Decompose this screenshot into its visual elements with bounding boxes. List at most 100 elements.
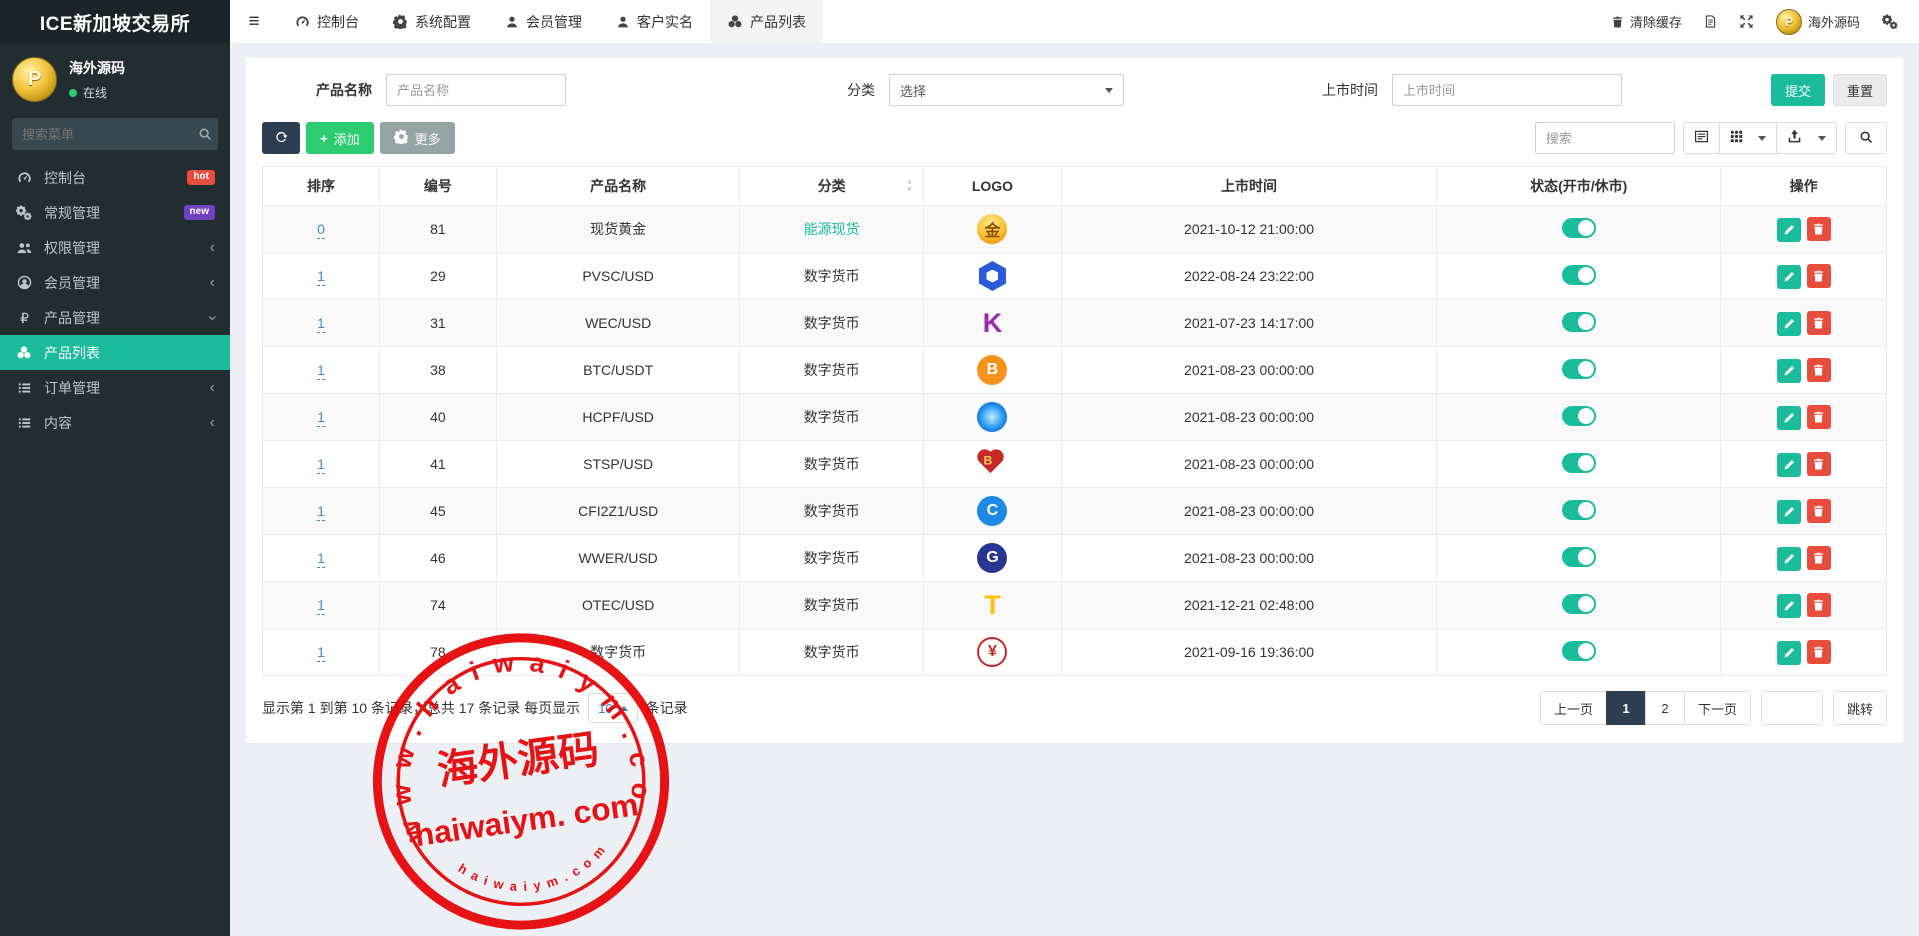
caret-up-icon xyxy=(620,706,628,711)
topnav-items: 控制台 系统配置 会员管理 客户实名 产品列表 xyxy=(278,0,823,43)
settings-button[interactable] xyxy=(1871,0,1909,43)
category-filter-label: 分类 xyxy=(765,80,875,100)
edit-button[interactable] xyxy=(1777,453,1801,477)
sort-arrows-icon[interactable]: ▲▼ xyxy=(906,179,913,194)
sidebar-item-控制台[interactable]: 控制台hot xyxy=(0,160,230,195)
page-size-select[interactable]: 10 xyxy=(588,693,637,723)
jump-button[interactable]: 跳转 xyxy=(1833,691,1887,725)
list-icon xyxy=(15,416,33,430)
sidebar-item-常规管理[interactable]: 常规管理new xyxy=(0,195,230,230)
hamburger-menu-icon[interactable]: ≡ xyxy=(230,0,278,43)
search-button[interactable] xyxy=(1845,122,1887,154)
status-toggle[interactable] xyxy=(1562,359,1596,379)
jump-page-input[interactable] xyxy=(1761,691,1823,725)
delete-button[interactable] xyxy=(1807,546,1831,570)
status-toggle[interactable] xyxy=(1562,500,1596,520)
add-button[interactable]: +添加 xyxy=(306,122,374,154)
table-search-input[interactable] xyxy=(1535,122,1675,154)
detail-view-button[interactable] xyxy=(1683,122,1720,154)
product-name-input[interactable] xyxy=(386,74,566,106)
sidebar-item-内容[interactable]: 内容‹ xyxy=(0,405,230,440)
column-header[interactable]: 分类▲▼ xyxy=(740,167,924,206)
topnav-item-会员管理[interactable]: 会员管理 xyxy=(488,0,599,43)
user-menu[interactable]: P 海外源码 xyxy=(1765,0,1871,43)
sidebar-item-产品管理[interactable]: 产品管理‹ xyxy=(0,300,230,335)
delete-button[interactable] xyxy=(1807,311,1831,335)
status-toggle[interactable] xyxy=(1562,594,1596,614)
delete-button[interactable] xyxy=(1807,640,1831,664)
sidebar-item-产品列表[interactable]: 产品列表 xyxy=(0,335,230,370)
delete-button[interactable] xyxy=(1807,452,1831,476)
sort-value-link[interactable]: 0 xyxy=(317,221,325,239)
topnav-item-客户实名[interactable]: 客户实名 xyxy=(599,0,710,43)
columns-button[interactable] xyxy=(1719,122,1778,154)
page-button-1[interactable]: 1 xyxy=(1606,691,1646,725)
sort-value-link[interactable]: 1 xyxy=(317,315,325,333)
topnav-item-控制台[interactable]: 控制台 xyxy=(278,0,376,43)
edit-button[interactable] xyxy=(1777,359,1801,383)
submit-button[interactable]: 提交 xyxy=(1771,74,1825,106)
sidebar-item-订单管理[interactable]: 订单管理‹ xyxy=(0,370,230,405)
table-row: 1 29 PVSC/USD 数字货币 2022-08-24 23:22:00 xyxy=(263,253,1887,300)
status-toggle[interactable] xyxy=(1562,547,1596,567)
edit-button[interactable] xyxy=(1777,265,1801,289)
sort-value-link[interactable]: 1 xyxy=(317,550,325,568)
product-logo: K xyxy=(983,308,1003,338)
status-toggle[interactable] xyxy=(1562,641,1596,661)
edit-button[interactable] xyxy=(1777,547,1801,571)
status-toggle[interactable] xyxy=(1562,218,1596,238)
clear-cache-button[interactable]: 清除缓存 xyxy=(1600,0,1693,43)
page-button-2[interactable]: 2 xyxy=(1645,691,1685,725)
delete-button[interactable] xyxy=(1807,358,1831,382)
sidebar-item-会员管理[interactable]: 会员管理‹ xyxy=(0,265,230,300)
sort-value-link[interactable]: 1 xyxy=(317,268,325,286)
sort-value-link[interactable]: 1 xyxy=(317,644,325,662)
sidebar-item-label: 权限管理 xyxy=(44,238,100,258)
delete-button[interactable] xyxy=(1807,264,1831,288)
edit-button[interactable] xyxy=(1777,312,1801,336)
sidebar-item-权限管理[interactable]: 权限管理‹ xyxy=(0,230,230,265)
refresh-button[interactable] xyxy=(262,122,300,154)
edit-button[interactable] xyxy=(1777,641,1801,665)
online-dot-icon xyxy=(69,89,77,97)
edit-button[interactable] xyxy=(1777,500,1801,524)
topnav-item-系统配置[interactable]: 系统配置 xyxy=(376,0,488,43)
status-toggle[interactable] xyxy=(1562,406,1596,426)
delete-button[interactable] xyxy=(1807,405,1831,429)
category-select[interactable]: 选择 xyxy=(889,74,1124,106)
status-toggle[interactable] xyxy=(1562,312,1596,332)
sort-value-link[interactable]: 1 xyxy=(317,362,325,380)
table-row: 1 78 数字货币 数字货币 ¥ 2021-09-16 19:36:00 xyxy=(263,629,1887,676)
next-page-button[interactable]: 下一页 xyxy=(1684,691,1751,725)
more-button[interactable]: 更多 xyxy=(380,122,455,154)
document-icon-button[interactable] xyxy=(1693,0,1728,43)
delete-button[interactable] xyxy=(1807,499,1831,523)
export-button[interactable] xyxy=(1776,122,1837,154)
edit-button[interactable] xyxy=(1777,406,1801,430)
hot-badge: hot xyxy=(187,170,215,185)
topnav-item-产品列表[interactable]: 产品列表 xyxy=(710,0,823,43)
prev-page-button[interactable]: 上一页 xyxy=(1540,691,1607,725)
sort-value-link[interactable]: 1 xyxy=(317,503,325,521)
sort-value-link[interactable]: 1 xyxy=(317,456,325,474)
edit-button[interactable] xyxy=(1777,594,1801,618)
product-category: 数字货币 xyxy=(804,597,860,613)
sort-value-link[interactable]: 1 xyxy=(317,597,325,615)
product-category: 数字货币 xyxy=(804,644,860,660)
sort-value-link[interactable]: 1 xyxy=(317,409,325,427)
listing-time-input[interactable] xyxy=(1392,74,1622,106)
search-icon[interactable] xyxy=(198,127,212,141)
edit-button[interactable] xyxy=(1777,218,1801,242)
user-icon xyxy=(505,15,519,29)
product-category-link[interactable]: 能源现货 xyxy=(804,221,860,237)
product-category: 数字货币 xyxy=(804,550,860,566)
reset-button[interactable]: 重置 xyxy=(1833,74,1887,106)
status-toggle[interactable] xyxy=(1562,453,1596,473)
sidebar-search-input[interactable] xyxy=(22,127,198,142)
delete-button[interactable] xyxy=(1807,217,1831,241)
fullscreen-button[interactable] xyxy=(1728,0,1765,43)
delete-button[interactable] xyxy=(1807,593,1831,617)
status-toggle[interactable] xyxy=(1562,265,1596,285)
sidebar-item-label: 产品管理 xyxy=(44,308,100,328)
dashboard-icon xyxy=(295,14,310,29)
